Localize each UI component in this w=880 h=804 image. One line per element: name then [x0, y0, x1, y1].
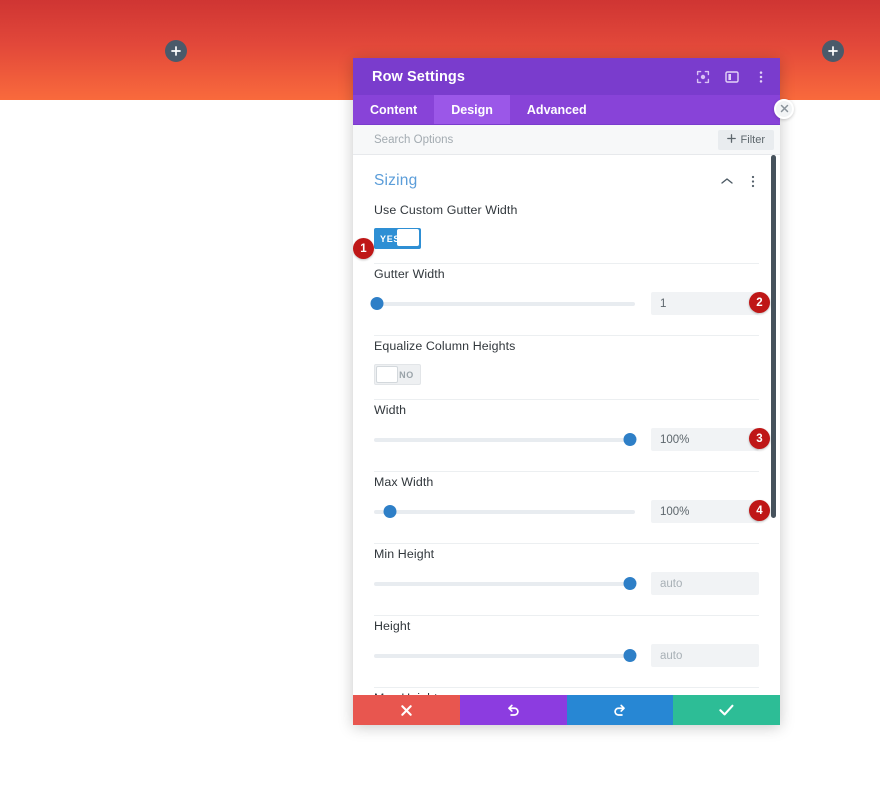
settings-scroll-area: Sizing Use Custom Gutter Width 1 YES Gut…	[353, 155, 780, 695]
slider-track	[374, 581, 635, 586]
close-icon	[400, 704, 413, 717]
field-label: Max Height	[374, 691, 759, 695]
slider-handle[interactable]	[370, 296, 384, 310]
slider-handle[interactable]	[623, 648, 637, 662]
slider-handle[interactable]	[623, 432, 637, 446]
filter-button-label: Filter	[740, 133, 765, 146]
slider-track	[374, 653, 635, 658]
modal-header-icons	[695, 69, 768, 84]
redo-button[interactable]	[566, 695, 674, 725]
add-section-button-left[interactable]	[165, 40, 187, 62]
filter-button[interactable]: Filter	[717, 129, 774, 150]
field-max-width: Max Width 4	[353, 475, 780, 544]
discard-button[interactable]	[353, 695, 460, 725]
slider-width[interactable]	[374, 432, 637, 447]
toggle-equalize-column-heights[interactable]: NO	[374, 364, 421, 385]
step-badge-2: 2	[749, 292, 770, 313]
slider-max-width[interactable]	[374, 504, 635, 519]
plus-icon	[828, 46, 838, 56]
plus-icon	[726, 133, 736, 146]
toggle-knob	[376, 366, 398, 383]
more-vertical-icon[interactable]	[753, 69, 768, 84]
tab-advanced[interactable]: Advanced	[510, 95, 604, 124]
close-modal-button[interactable]	[774, 99, 794, 119]
slider-handle[interactable]	[623, 576, 637, 590]
search-input[interactable]	[374, 133, 718, 146]
slider-height[interactable]	[374, 648, 637, 663]
input-width[interactable]	[651, 428, 759, 451]
field-min-height: Min Height	[353, 547, 780, 616]
page-title: Row Settings	[372, 68, 466, 85]
tab-content[interactable]: Content	[353, 95, 434, 124]
step-badge-1: 1	[353, 238, 374, 259]
add-section-button-right[interactable]	[822, 40, 844, 62]
field-width: Width 3	[353, 403, 780, 472]
chevron-up-icon[interactable]	[720, 175, 733, 188]
input-height[interactable]	[651, 644, 759, 667]
slider-track	[374, 509, 635, 514]
check-icon	[719, 704, 734, 716]
more-vertical-icon[interactable]	[746, 175, 759, 188]
field-gutter-width: Gutter Width 2	[353, 267, 780, 336]
input-gutter-width[interactable]	[651, 292, 759, 315]
field-height: Height	[353, 619, 780, 688]
field-label: Width	[374, 403, 407, 417]
step-badge-4: 4	[749, 500, 770, 521]
plus-icon	[171, 46, 181, 56]
field-label: Height	[374, 619, 411, 633]
field-label: Gutter Width	[374, 267, 445, 281]
field-label: Use Custom Gutter Width	[374, 203, 518, 217]
scrollbar-thumb[interactable]	[771, 155, 776, 518]
field-label: Equalize Column Heights	[374, 339, 516, 353]
field-label: Max Width	[374, 475, 434, 489]
row-settings-modal: Row Settings Content Design Advanced Sea…	[353, 58, 780, 725]
search-bar: Filter	[353, 125, 780, 155]
save-button[interactable]	[673, 695, 780, 725]
slider-track	[374, 437, 635, 442]
section-title-sizing: Sizing	[374, 172, 418, 189]
tab-design[interactable]: Design	[434, 95, 510, 124]
slider-min-height[interactable]	[374, 576, 637, 591]
modal-action-bar	[353, 695, 780, 725]
undo-icon	[506, 703, 521, 718]
input-max-width[interactable]	[651, 500, 759, 523]
section-header-sizing[interactable]: Sizing	[353, 155, 780, 203]
field-use-custom-gutter-width: Use Custom Gutter Width 1 YES	[353, 203, 780, 264]
input-min-height[interactable]	[651, 572, 759, 595]
undo-button[interactable]	[459, 695, 567, 725]
step-badge-3: 3	[749, 428, 770, 449]
screen: Row Settings Content Design Advanced Sea…	[0, 0, 880, 804]
field-equalize-column-heights: Equalize Column Heights NO	[353, 339, 780, 400]
slider-track	[374, 301, 635, 306]
modal-header: Row Settings	[353, 58, 780, 95]
field-label: Min Height	[374, 547, 435, 561]
modal-tabs: Content Design Advanced	[353, 95, 780, 125]
toggle-use-custom-gutter-width[interactable]: YES	[374, 228, 421, 249]
panel-layout-icon[interactable]	[724, 69, 739, 84]
toggle-knob	[397, 229, 419, 246]
field-max-height: Max Height	[353, 691, 780, 695]
redo-icon	[612, 703, 627, 718]
slider-gutter-width[interactable]	[370, 296, 635, 311]
close-icon	[780, 100, 789, 118]
target-icon[interactable]	[695, 69, 710, 84]
slider-handle[interactable]	[383, 504, 397, 518]
